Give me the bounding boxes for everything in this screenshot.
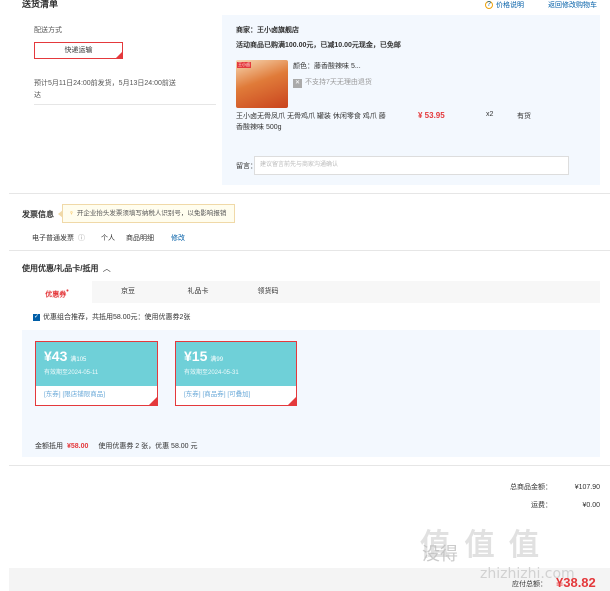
coupon-tags: [东券] [商品券] [可叠加]	[184, 391, 251, 398]
divider	[9, 465, 610, 466]
pay-total: ¥38.82	[556, 575, 596, 590]
invoice-label: 发票信息	[22, 210, 54, 219]
coupon-date: 有效期至2024-05-11	[44, 370, 99, 376]
product-color: 颜色：藤香酸辣味 5...	[293, 63, 361, 70]
store-name: 商家：王小卤旗舰店	[236, 27, 299, 34]
price-help-link[interactable]: ? 价格说明	[485, 0, 524, 10]
coupon-date: 有效期至2024-05-31	[184, 370, 239, 376]
coupon-card[interactable]: ¥43 满105 有效期至2024-05-11 [东券] [限店铺限商品]	[35, 341, 158, 406]
invoice-title-type: 个人	[101, 235, 115, 242]
remark-input[interactable]: 建议留言前先与商家沟通确认	[254, 156, 569, 175]
product-title[interactable]: 王小卤无骨凤爪 无骨鸡爪 罐装 休闲零食 鸡爪 藤香酸辣味 500g	[236, 111, 386, 133]
coupon-tags: [东券] [限店铺限商品]	[44, 391, 106, 398]
coupon-amount: ¥15	[184, 348, 208, 364]
tab-jingdou[interactable]: 京豆	[110, 281, 146, 303]
delivery-estimate: 预计5月11日24:00前发货，5月13日24:00前送达	[34, 80, 176, 99]
delivery-label: 配送方式	[34, 27, 62, 34]
watermark-sub: 没得	[422, 544, 458, 565]
section-title: 送货清单	[22, 0, 59, 9]
invoice-edit-link[interactable]: 修改	[171, 233, 185, 243]
tab-giftcard[interactable]: 礼品卡	[180, 281, 216, 303]
divider	[9, 250, 610, 251]
product-image[interactable]: 王小卤	[236, 60, 288, 108]
question-icon: ?	[485, 1, 493, 10]
divider	[9, 193, 610, 194]
selected-corner-icon	[148, 396, 158, 406]
product-qty: x2	[486, 111, 494, 118]
coupon-card[interactable]: ¥15 满99 有效期至2024-05-31 [东券] [商品券] [可叠加]	[175, 341, 297, 406]
info-icon[interactable]: ⓘ	[78, 235, 85, 242]
coupon-condition: 满99	[210, 357, 224, 363]
checkbox[interactable]: ✓	[33, 313, 40, 321]
coupon-amount: ¥43	[44, 348, 68, 364]
shipping-fee-row: 运费： ¥0.00	[531, 502, 600, 509]
pay-label: 应付总额：	[512, 581, 547, 588]
stock-status: 有货	[517, 113, 531, 120]
invoice-tip: ♀ 开企业抬头发票须填写纳税人识别号，以免影响报销	[57, 204, 236, 223]
total-goods-row: 总商品金额： ¥107.90	[510, 484, 600, 491]
discount-toggle[interactable]: 使用优惠/礼品卡/抵用 ︿	[22, 263, 111, 274]
product-price: ¥ 53.95	[418, 111, 445, 120]
selected-corner-icon	[287, 396, 297, 406]
coupon-condition: 满105	[70, 357, 87, 363]
no-return-icon: ✕	[293, 79, 302, 88]
promo-text: 活动商品已购满100.00元，已减10.00元现金，已免邮	[236, 42, 401, 49]
brand-tag: 王小卤	[237, 62, 251, 68]
tab-coupons[interactable]: 优惠券•	[22, 281, 92, 303]
back-to-cart-link[interactable]: 返回修改购物车	[548, 0, 597, 10]
lightbulb-icon: ♀	[69, 210, 74, 217]
invoice-content: 商品明细	[126, 235, 154, 242]
discount-tabs: 优惠券• 京豆 礼品卡 领货码	[22, 281, 600, 303]
invoice-type: 电子普通发票 ⓘ	[32, 235, 85, 242]
selected-corner-icon	[115, 51, 123, 59]
dot-badge: •	[66, 288, 69, 295]
tab-redeem-code[interactable]: 领货码	[250, 281, 286, 303]
divider	[34, 104, 216, 105]
recommend-row[interactable]: ✓ 优惠组合推荐，共抵用58.00元：使用优惠券2张	[33, 312, 190, 322]
discount-summary: 金额抵用 ¥58.00 使用优惠券 2 张，优惠 58.00 元	[22, 436, 600, 457]
chevron-up-icon: ︿	[102, 264, 111, 273]
discount-amount: ¥58.00	[66, 443, 89, 450]
shipping-method-button[interactable]: 快递运输	[34, 42, 123, 59]
return-policy: ✕ 不支持7天无理由退货	[293, 79, 372, 88]
